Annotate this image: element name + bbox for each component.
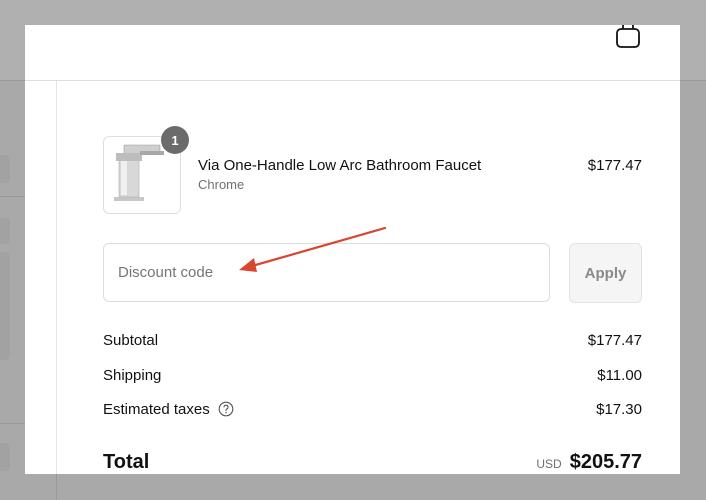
discount-code-input[interactable] [103, 243, 550, 302]
product-title[interactable]: Via One-Handle Low Arc Bathroom Faucet [198, 157, 481, 174]
background-element [0, 443, 10, 471]
total-amount-group: USD $205.77 [536, 451, 642, 474]
background-element [0, 218, 10, 244]
cart-header [25, 25, 680, 81]
taxes-label: Estimated taxes [103, 400, 210, 418]
cart-drawer: 1 Via One-Handle Low Arc Bathroom Faucet… [25, 25, 680, 474]
product-price: $177.47 [587, 157, 642, 174]
taxes-value: $17.30 [596, 400, 642, 418]
total-amount: $205.77 [569, 450, 642, 473]
shipping-label: Shipping [103, 366, 162, 384]
taxes-row: Estimated taxes $17.30 [103, 398, 642, 420]
taxes-label-group: Estimated taxes [103, 401, 234, 418]
total-row: Total USD $205.77 [103, 447, 642, 474]
shipping-row: Shipping $11.00 [103, 364, 642, 386]
total-label: Total [103, 450, 150, 473]
shopping-bag-icon [615, 25, 641, 54]
subtotal-label: Subtotal [103, 331, 159, 349]
background-element [0, 252, 10, 360]
product-variant: Chrome [198, 177, 245, 192]
background-element [0, 155, 10, 183]
quantity-badge: 1 [161, 126, 189, 154]
subtotal-row: Subtotal $177.47 [103, 329, 642, 351]
currency-code: USD [536, 456, 562, 471]
subtotal-value: $177.47 [587, 331, 642, 349]
shipping-value: $11.00 [597, 366, 642, 384]
apply-button[interactable]: Apply [569, 243, 642, 303]
divider [56, 81, 57, 474]
question-circle-icon[interactable] [218, 401, 234, 417]
cart-button[interactable] [613, 25, 643, 51]
